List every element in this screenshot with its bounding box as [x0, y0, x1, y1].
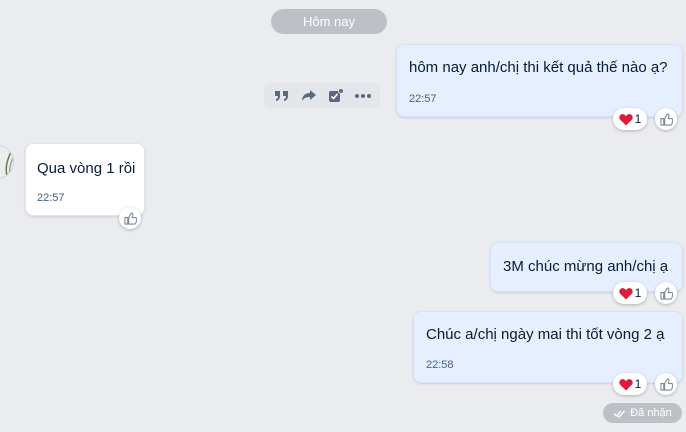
thumbs-up-icon: [659, 377, 673, 391]
quote-button[interactable]: [271, 85, 293, 107]
select-button[interactable]: [325, 85, 347, 107]
message-bubble[interactable]: hôm nay anh/chị thi kết quả thế nào ạ? 2…: [396, 44, 683, 117]
date-divider: Hôm nay: [271, 9, 387, 34]
message-text: hôm nay anh/chị thi kết quả thế nào ạ?: [409, 59, 668, 76]
message-text: 3M chúc mừng anh/chị ạ: [503, 258, 669, 275]
thumbs-up-icon: [659, 112, 673, 126]
forward-button[interactable]: [298, 85, 320, 107]
heart-reaction[interactable]: 1: [613, 282, 647, 304]
message-toolbar: [264, 83, 380, 108]
heart-reaction[interactable]: 1: [613, 373, 647, 395]
reaction-count: 1: [634, 112, 642, 126]
message-time: 22:58: [426, 359, 454, 371]
more-icon: [354, 93, 371, 98]
forward-icon: [301, 89, 316, 101]
contact-avatar[interactable]: [0, 145, 14, 179]
like-button[interactable]: [655, 373, 677, 395]
reaction-count: 1: [634, 377, 642, 391]
heart-icon: [618, 113, 633, 125]
message-bubble[interactable]: Chúc a/chị ngày mai thi tốt vòng 2 ạ 22:…: [413, 311, 683, 383]
message-text: Qua vòng 1 rồi: [37, 160, 136, 177]
quote-icon: [274, 90, 288, 101]
reaction-count: 1: [634, 286, 642, 300]
thumbs-up-icon: [659, 286, 673, 300]
like-button[interactable]: [655, 108, 677, 130]
message-time: 22:57: [37, 192, 65, 204]
message-text: Chúc a/chị ngày mai thi tốt vòng 2 ạ: [426, 326, 665, 343]
thumbs-up-icon: [123, 211, 137, 225]
avatar-image: [0, 146, 13, 178]
message-bubble[interactable]: 3M chúc mừng anh/chị ạ: [490, 242, 683, 292]
status-text: Đã nhận: [630, 407, 672, 419]
more-button[interactable]: [352, 85, 374, 107]
heart-icon: [618, 287, 633, 299]
select-icon: [328, 87, 344, 102]
delivery-status: Đã nhận: [603, 403, 682, 423]
heart-reaction[interactable]: 1: [613, 108, 647, 130]
like-button[interactable]: [655, 282, 677, 304]
double-check-icon: [613, 410, 626, 418]
message-time: 22:57: [409, 93, 437, 105]
like-button[interactable]: [119, 207, 141, 229]
heart-icon: [618, 378, 633, 390]
message-bubble[interactable]: Qua vòng 1 rồi 22:57: [25, 143, 145, 216]
